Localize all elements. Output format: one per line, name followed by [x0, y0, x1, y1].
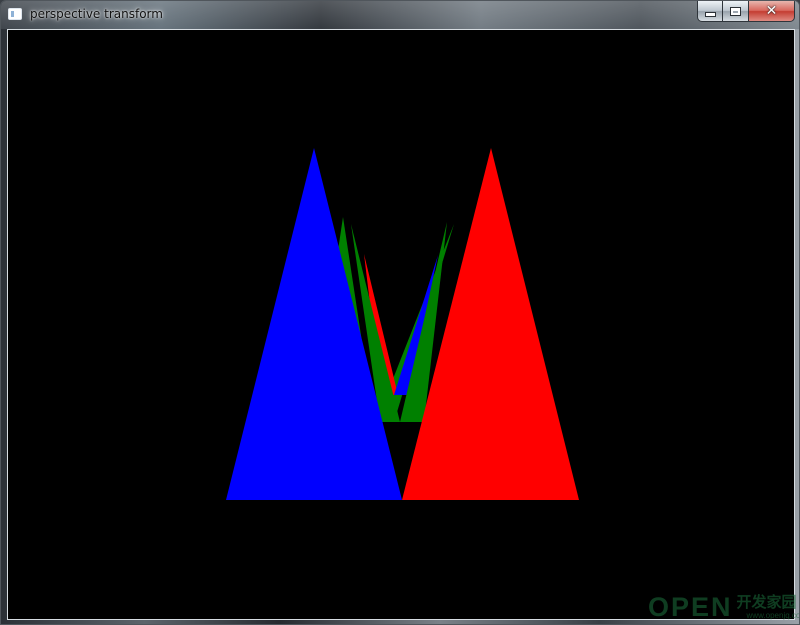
close-button[interactable]: ✕: [749, 1, 795, 22]
window-app-icon: [8, 8, 22, 20]
close-icon: ✕: [765, 3, 778, 19]
watermark-open-text: OPEN: [648, 592, 733, 622]
watermark-right-group: 开发家园 www.openjq.com: [736, 594, 800, 621]
window-controls: ✕: [697, 1, 795, 22]
window-title: perspective transform: [30, 7, 163, 21]
maximize-icon: [731, 7, 740, 15]
watermark-logo: OPEN 开发家园 www.openjq.com: [648, 592, 800, 622]
minimize-icon: [705, 12, 715, 16]
application-window: perspective transform ✕ OPEN 开发家园 www.op…: [0, 0, 800, 625]
watermark-chinese-text: 开发家园: [736, 594, 797, 611]
watermark-url-text: www.openjq.com: [746, 611, 800, 620]
perspective-scene: [10, 32, 792, 617]
minimize-button[interactable]: [697, 1, 723, 22]
maximize-button[interactable]: [723, 1, 749, 22]
window-titlebar[interactable]: perspective transform ✕: [1, 1, 799, 29]
render-canvas: [10, 32, 792, 617]
scene-background: [10, 32, 792, 617]
render-canvas-frame: [7, 29, 795, 620]
